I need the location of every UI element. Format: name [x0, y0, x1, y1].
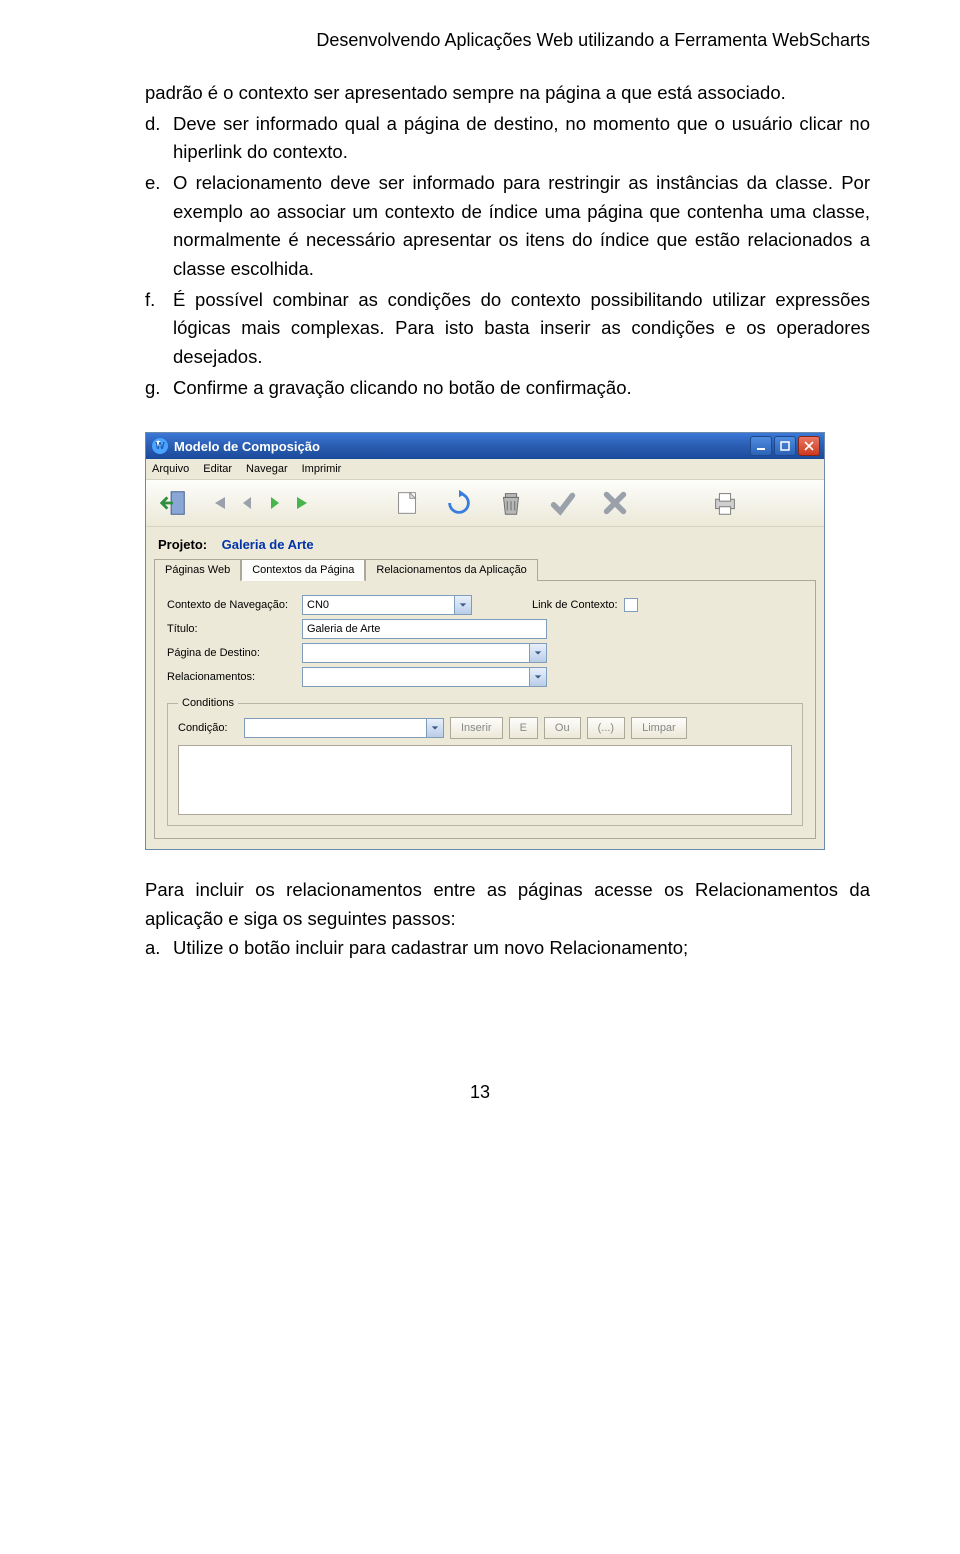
minimize-button[interactable]	[750, 436, 772, 456]
list-item-f: f. É possível combinar as condições do c…	[145, 286, 870, 372]
list-item-g: g. Confirme a gravação clicando no botão…	[145, 374, 870, 403]
chevron-down-icon[interactable]	[426, 719, 443, 737]
menu-editar[interactable]: Editar	[203, 463, 232, 475]
list-marker: a.	[145, 934, 173, 963]
conditions-group: Conditions Condição: Inserir E Ou (...)	[167, 697, 803, 826]
link-contexto-label: Link de Contexto:	[532, 599, 618, 611]
conditions-legend: Conditions	[178, 697, 238, 709]
tabs: Páginas Web Contextos da Página Relacion…	[154, 558, 816, 580]
page-number: 13	[90, 1082, 870, 1103]
contexto-label: Contexto de Navegação:	[167, 599, 302, 611]
list-content: Deve ser informado qual a página de dest…	[173, 110, 870, 167]
delete-icon[interactable]	[494, 486, 528, 520]
chevron-down-icon[interactable]	[529, 644, 546, 662]
app-screenshot: W Modelo de Composição Arquivo Editar	[145, 432, 870, 850]
inserir-button[interactable]: Inserir	[450, 717, 503, 739]
cancel-icon[interactable]	[598, 486, 632, 520]
ou-button[interactable]: Ou	[544, 717, 581, 739]
paren-button[interactable]: (...)	[587, 717, 626, 739]
paragraph-continuation: padrão é o contexto ser apresentado semp…	[145, 79, 870, 108]
close-button[interactable]	[798, 436, 820, 456]
refresh-icon[interactable]	[442, 486, 476, 520]
page-header: Desenvolvendo Aplicações Web utilizando …	[90, 30, 870, 51]
projeto-value: Galeria de Arte	[222, 537, 314, 552]
condicao-label: Condição:	[178, 722, 238, 734]
titulo-input[interactable]	[302, 619, 547, 639]
menu-navegar[interactable]: Navegar	[246, 463, 288, 475]
menubar: Arquivo Editar Navegar Imprimir	[146, 459, 824, 480]
list-item-d: d. Deve ser informado qual a página de d…	[145, 110, 870, 167]
toolbar	[146, 480, 824, 527]
tab-paginas-web[interactable]: Páginas Web	[154, 559, 241, 581]
condicao-input[interactable]	[244, 718, 444, 738]
chevron-down-icon[interactable]	[454, 596, 471, 614]
list-content: Confirme a gravação clicando no botão de…	[173, 374, 870, 403]
exit-icon[interactable]	[156, 486, 190, 520]
menu-arquivo[interactable]: Arquivo	[152, 463, 189, 475]
list-marker: f.	[145, 286, 173, 372]
new-icon[interactable]	[390, 486, 424, 520]
tab-contextos-pagina[interactable]: Contextos da Página	[241, 559, 365, 581]
first-icon[interactable]	[208, 492, 230, 514]
relacionamentos-label: Relacionamentos:	[167, 671, 302, 683]
list-content: O relacionamento deve ser informado para…	[173, 169, 870, 284]
window-title: Modelo de Composição	[174, 439, 750, 454]
menu-imprimir[interactable]: Imprimir	[302, 463, 342, 475]
list-item-e: e. O relacionamento deve ser informado p…	[145, 169, 870, 284]
titulo-label: Título:	[167, 623, 302, 635]
relacionamentos-input[interactable]	[302, 667, 547, 687]
conditions-area[interactable]	[178, 745, 792, 815]
prev-icon[interactable]	[236, 492, 258, 514]
projeto-line: Projeto: Galeria de Arte	[154, 533, 816, 556]
tab-relacionamentos[interactable]: Relacionamentos da Aplicação	[365, 559, 537, 581]
list-item-a: a. Utilize o botão incluir para cadastra…	[145, 934, 870, 963]
confirm-icon[interactable]	[546, 486, 580, 520]
app-icon: W	[152, 438, 168, 454]
titlebar: W Modelo de Composição	[146, 433, 824, 459]
limpar-button[interactable]: Limpar	[631, 717, 687, 739]
projeto-label: Projeto:	[158, 537, 207, 552]
list-marker: d.	[145, 110, 173, 167]
e-button[interactable]: E	[509, 717, 538, 739]
link-contexto-checkbox[interactable]	[624, 598, 638, 612]
next-icon[interactable]	[264, 492, 286, 514]
pagina-destino-label: Página de Destino:	[167, 647, 302, 659]
paragraph-after: Para incluir os relacionamentos entre as…	[145, 876, 870, 933]
chevron-down-icon[interactable]	[529, 668, 546, 686]
pagina-destino-input[interactable]	[302, 643, 547, 663]
contexto-input[interactable]	[302, 595, 472, 615]
list-marker: e.	[145, 169, 173, 284]
nav-group	[208, 492, 314, 514]
tab-panel: Contexto de Navegação: Link de Contexto:…	[154, 580, 816, 839]
list-content: Utilize o botão incluir para cadastrar u…	[173, 934, 688, 963]
list-marker: g.	[145, 374, 173, 403]
maximize-button[interactable]	[774, 436, 796, 456]
print-icon[interactable]	[708, 486, 742, 520]
list-content: É possível combinar as condições do cont…	[173, 286, 870, 372]
last-icon[interactable]	[292, 492, 314, 514]
window: W Modelo de Composição Arquivo Editar	[145, 432, 825, 850]
